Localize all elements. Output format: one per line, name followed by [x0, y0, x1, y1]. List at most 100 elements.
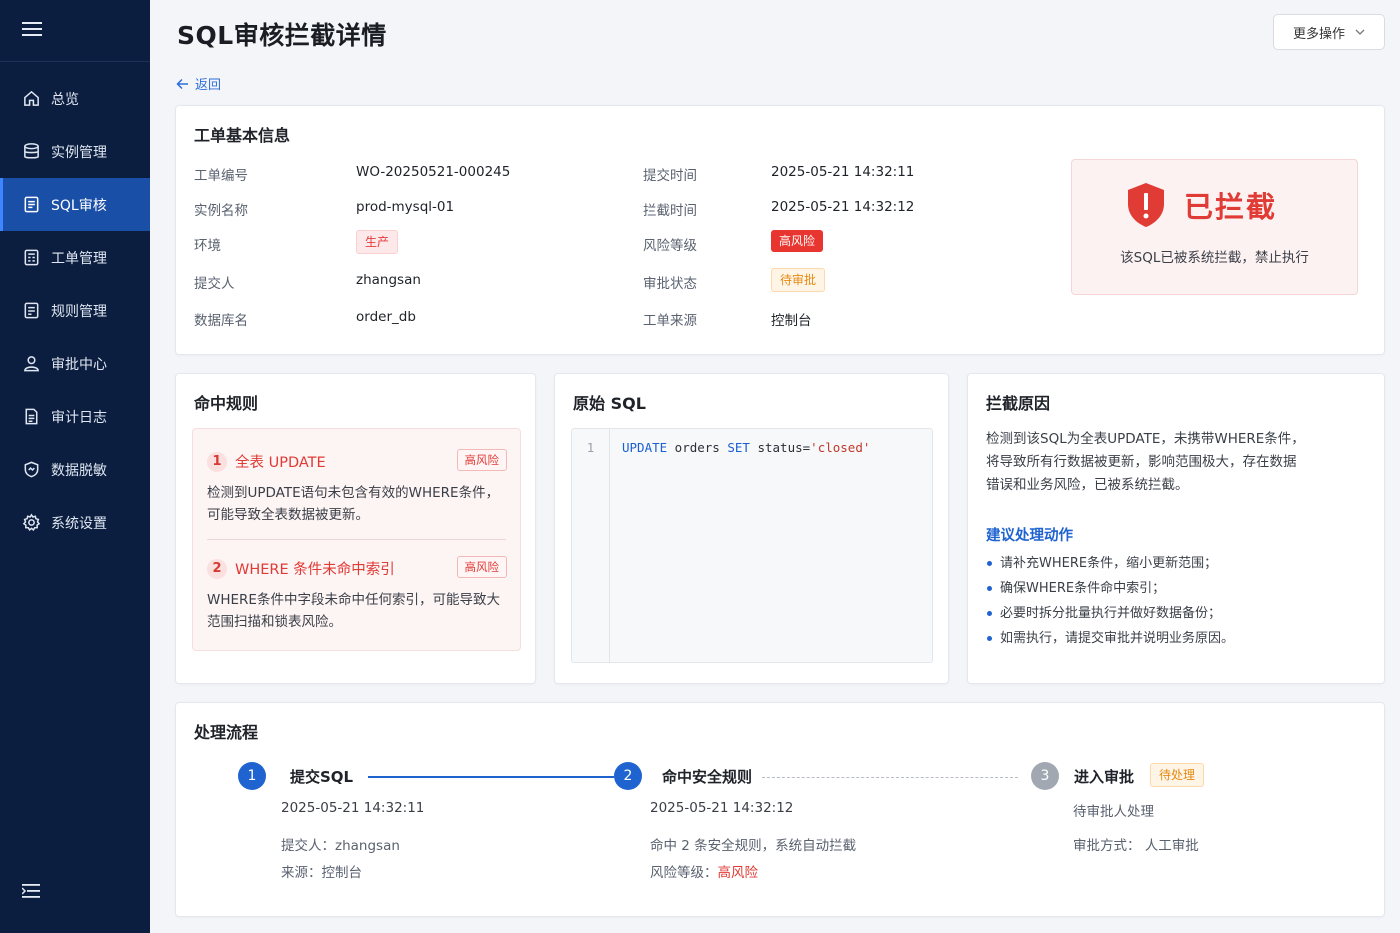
- back-label: 返回: [195, 78, 222, 93]
- arrow-left-icon: [176, 78, 188, 89]
- source-label: 工单来源: [643, 313, 697, 329]
- sql-keyword: SET: [727, 440, 750, 455]
- basic-info-title: 工单基本信息: [194, 126, 291, 145]
- block-reason-text: 检测到该SQL为全表UPDATE，未携带WHERE条件， 将导致所有行数据被更新…: [986, 428, 1371, 497]
- shield-mask-icon: [24, 461, 39, 478]
- rule-divider: [207, 539, 506, 540]
- sidebar: 总览 实例管理 SQL审核 工单管理 规则管理 审批中心 审计日志 数据脱敏 系…: [0, 0, 150, 933]
- step-3-method: 审批方式： 人工审批: [1073, 838, 1199, 854]
- sidebar-item-masking[interactable]: 数据脱敏: [0, 443, 150, 496]
- sql-text: orders: [667, 440, 728, 455]
- back-link[interactable]: 返回: [176, 74, 221, 93]
- rule-desc-line: WHERE条件中字段未命中任何索引，可能导致大: [207, 592, 500, 608]
- list-item: 如需执行，请提交审批并说明业务原因。: [986, 626, 1234, 651]
- blocked-status-head: 已拦截: [1126, 182, 1277, 228]
- sidebar-item-rules[interactable]: 规则管理: [0, 284, 150, 337]
- rules-icon: [24, 302, 39, 319]
- page-title: SQL审核拦截详情: [177, 21, 387, 50]
- step-3-circle: 3: [1031, 762, 1059, 790]
- audit-doc-icon: [24, 196, 39, 213]
- step-2-circle: 2: [614, 762, 642, 790]
- suggestions-title: 建议处理动作: [986, 528, 1073, 544]
- blocked-status-box: 已拦截 该SQL已被系统拦截，禁止执行: [1071, 159, 1358, 295]
- home-icon: [24, 90, 39, 106]
- risk-label: 风险等级: [643, 238, 697, 254]
- step-3-tag: 待处理: [1150, 763, 1205, 787]
- instance-label: 实例名称: [194, 203, 248, 219]
- step-1-submitter: 提交人：zhangsan: [281, 838, 400, 854]
- blocked-status-text: 已拦截: [1184, 190, 1278, 224]
- source-value: 控制台: [771, 313, 812, 329]
- sidebar-item-label: SQL审核: [51, 197, 107, 214]
- sidebar-item-label: 规则管理: [51, 303, 107, 320]
- list-item: 确保WHERE条件命中索引；: [986, 576, 1234, 601]
- approval-tag: 待审批: [771, 268, 826, 292]
- sql-keyword: UPDATE: [622, 440, 668, 455]
- sidebar-item-label: 审批中心: [51, 356, 107, 373]
- collapse-sidebar-icon[interactable]: [21, 883, 40, 903]
- instance-value: prod-mysql-01: [356, 199, 455, 215]
- step-2-rules: 命中 2 条安全规则，系统自动拦截: [650, 838, 857, 854]
- sidebar-item-tickets[interactable]: 工单管理: [0, 231, 150, 284]
- step-1-name: 提交SQL: [290, 768, 354, 786]
- sidebar-header: [0, 0, 150, 62]
- submit-time-value: 2025-05-21 14:32:11: [771, 164, 915, 180]
- database-icon: [24, 143, 39, 159]
- db-value: order_db: [356, 309, 416, 325]
- rule-desc-line: 可能导致全表数据被更新。: [207, 507, 369, 523]
- step-1-circle: 1: [238, 762, 266, 790]
- rule-item: 1 全表 UPDATE 高风险 检测到UPDATE语句未包含有效的WHERE条件…: [207, 449, 507, 526]
- db-label: 数据库名: [194, 313, 248, 329]
- reason-line: 将导致所有行数据被更新，影响范围极大，存在数据: [986, 454, 1297, 470]
- sidebar-item-overview[interactable]: 总览: [0, 72, 150, 125]
- rules-list: 1 全表 UPDATE 高风险 检测到UPDATE语句未包含有效的WHERE条件…: [192, 428, 521, 651]
- gear-icon: [22, 513, 41, 532]
- shield-alert-icon: [1128, 183, 1164, 227]
- rule-desc-line: 范围扫描和锁表风险。: [207, 614, 342, 630]
- step-2-time: 2025-05-21 14:32:12: [650, 800, 794, 816]
- block-time-value: 2025-05-21 14:32:12: [771, 199, 915, 215]
- risk-tag: 高风险: [771, 230, 824, 252]
- sidebar-item-label: 数据脱敏: [51, 462, 107, 479]
- sidebar-item-label: 系统设置: [51, 515, 107, 532]
- rule-number: 2: [207, 558, 227, 579]
- step-3-status: 待审批人处理: [1073, 804, 1154, 820]
- step-2-risk-value: 高风险: [717, 865, 759, 881]
- sidebar-item-instances[interactable]: 实例管理: [0, 125, 150, 178]
- submitter-value: zhangsan: [356, 272, 421, 288]
- approval-label: 审批状态: [643, 276, 697, 292]
- rule-name: WHERE 条件未命中索引: [235, 562, 395, 578]
- submitter-label: 提交人: [194, 276, 235, 292]
- user-icon: [24, 356, 39, 372]
- step-2-risk-label: 风险等级：: [650, 865, 718, 881]
- submit-time-label: 提交时间: [643, 168, 697, 184]
- hit-rules-card: 命中规则 1 全表 UPDATE 高风险 检测到UPDATE语句未包含有效的WH…: [175, 373, 536, 684]
- chevron-down-icon: [1355, 29, 1365, 35]
- sidebar-item-label: 总览: [51, 91, 79, 108]
- rule-number: 1: [207, 451, 227, 472]
- sql-code-line: UPDATE orders SET status='closed': [622, 440, 870, 455]
- reason-line: 错误和业务风险，已被系统拦截。: [986, 477, 1189, 493]
- more-actions-button[interactable]: 更多操作: [1273, 14, 1385, 50]
- log-icon: [25, 408, 38, 425]
- ticket-icon: [24, 249, 39, 266]
- sql-code-editor[interactable]: 1 UPDATE orders SET status='closed': [571, 428, 933, 663]
- hit-rules-title: 命中规则: [194, 394, 259, 413]
- menu-icon[interactable]: [22, 21, 42, 41]
- sidebar-item-audit-log[interactable]: 审计日志: [0, 390, 150, 443]
- more-actions-label: 更多操作: [1292, 26, 1345, 42]
- sql-text: status=: [749, 440, 811, 455]
- step-1-source: 来源：控制台: [281, 865, 362, 881]
- approval-value-wrap: 待审批: [771, 268, 826, 292]
- order-no-label: 工单编号: [194, 168, 248, 184]
- order-no-value: WO-20250521-000245: [356, 164, 511, 180]
- sidebar-item-approval[interactable]: 审批中心: [0, 337, 150, 390]
- risk-value-wrap: 高风险: [771, 230, 824, 252]
- rule-risk-tag: 高风险: [456, 449, 507, 471]
- rule-risk-tag: 高风险: [456, 556, 507, 578]
- step-3-tag-wrap: 待处理: [1150, 763, 1205, 787]
- sidebar-item-sql-audit[interactable]: SQL审核: [0, 178, 150, 231]
- sidebar-item-label: 审计日志: [51, 409, 107, 426]
- sidebar-item-settings[interactable]: 系统设置: [0, 496, 150, 549]
- rule-name: 全表 UPDATE: [235, 455, 326, 471]
